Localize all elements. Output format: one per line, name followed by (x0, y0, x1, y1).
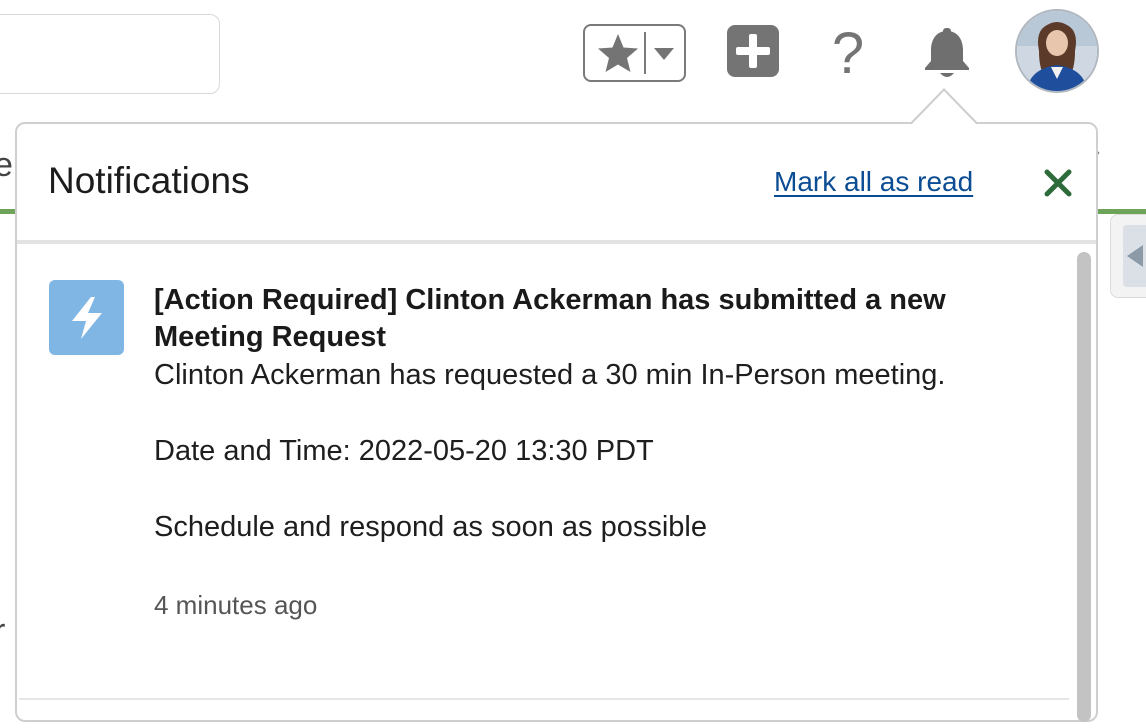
side-panel-toggle[interactable] (1110, 214, 1146, 298)
global-search-input[interactable] (0, 14, 220, 94)
popover-arrow-fill (911, 91, 977, 125)
divider (17, 240, 1096, 244)
plus-square-icon[interactable] (727, 25, 779, 77)
divider (644, 32, 646, 74)
notifications-panel: Notifications Mark all as read [Action R… (15, 122, 1098, 722)
notification-content: [Action Required] Clinton Ackerman has s… (154, 282, 1034, 621)
close-icon[interactable] (1043, 168, 1073, 198)
background-text: r (0, 612, 5, 651)
notification-instruction: Schedule and respond as soon as possible (154, 511, 707, 543)
scrollbar-thumb[interactable] (1077, 252, 1091, 722)
lightning-bolt-icon (49, 280, 124, 355)
mark-all-as-read-link[interactable]: Mark all as read (774, 166, 973, 198)
user-photo-icon (1017, 11, 1097, 91)
panel-title: Notifications (48, 160, 250, 201)
favorites-group (583, 24, 686, 82)
notification-date-time: Date and Time: 2022-05-20 13:30 PDT (154, 435, 654, 467)
star-icon[interactable] (593, 28, 643, 78)
avatar[interactable] (1015, 9, 1099, 93)
notification-item[interactable]: [Action Required] Clinton Ackerman has s… (19, 248, 1069, 700)
scrollbar[interactable] (1073, 248, 1093, 728)
chevron-down-icon[interactable] (653, 47, 675, 61)
chevron-left-icon (1123, 225, 1146, 287)
notification-title: [Action Required] Clinton Ackerman has s… (154, 284, 946, 353)
notification-message: Clinton Ackerman has requested a 30 min … (154, 359, 946, 391)
background-text: e (0, 146, 13, 184)
notification-timestamp: 4 minutes ago (154, 590, 318, 620)
bell-icon[interactable] (920, 28, 974, 80)
question-mark-icon[interactable]: ? (818, 20, 878, 88)
